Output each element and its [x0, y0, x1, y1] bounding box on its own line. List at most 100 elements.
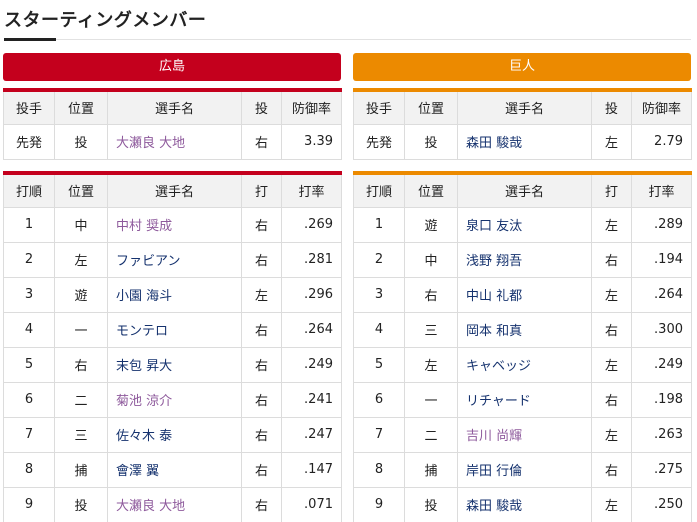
header-era: 防御率 — [281, 89, 342, 125]
batting-order: 7 — [353, 416, 405, 453]
header-player-name: 選手名 — [107, 172, 242, 208]
player-name-link[interactable]: 岸田 行倫 — [457, 451, 592, 488]
batting-order: 9 — [353, 486, 405, 522]
bats: 右 — [591, 241, 632, 278]
header-position: 位置 — [54, 89, 108, 125]
table-row: 2 左ファビアン右 .281 — [3, 241, 342, 278]
table-row: 9 投森田 駿哉左 .250 — [353, 486, 692, 522]
batting-order: 4 — [3, 311, 55, 348]
table-row: 8 捕岸田 行倫右 .275 — [353, 451, 692, 488]
home-lineup-body: 1 中中村 奨成右 .269 2 左ファビアン右 .281 3 遊小園 海斗左 .296 4 一モン… — [3, 206, 342, 522]
header-player-name: 選手名 — [457, 172, 592, 208]
player-name-link[interactable]: 森田 駿哉 — [457, 486, 592, 522]
batting-order: 4 — [353, 311, 405, 348]
table-row: 5 右末包 昇大右 .249 — [3, 346, 342, 383]
player-name-link[interactable]: 會澤 翼 — [107, 451, 242, 488]
pitcher-row: 先発 投 大瀬良 大地 右 3.39 — [3, 123, 342, 160]
table-row: 6 二菊池 涼介右 .241 — [3, 381, 342, 418]
header-batting-order: 打順 — [3, 172, 55, 208]
position: 投 — [404, 486, 458, 522]
bats: 左 — [591, 486, 632, 522]
batting-average: .275 — [631, 451, 692, 488]
pitcher-role: 先発 — [353, 123, 405, 160]
position: 捕 — [404, 451, 458, 488]
player-name-link[interactable]: ファビアン — [107, 241, 242, 278]
position: 遊 — [54, 276, 108, 313]
batting-average: .289 — [631, 206, 692, 243]
batting-average: .281 — [281, 241, 342, 278]
table-row: 5 左キャベッジ左 .249 — [353, 346, 692, 383]
position: 遊 — [404, 206, 458, 243]
batting-average: .071 — [281, 486, 342, 522]
header-batting-average: 打率 — [281, 172, 342, 208]
bats: 左 — [591, 276, 632, 313]
header-bats: 打 — [591, 172, 632, 208]
player-name-link[interactable]: モンテロ — [107, 311, 242, 348]
table-row: 1 中中村 奨成右 .269 — [3, 206, 342, 243]
pitcher-name-link[interactable]: 森田 駿哉 — [457, 123, 592, 160]
player-name-link[interactable]: リチャード — [457, 381, 592, 418]
table-header-row: 投手 位置 選手名 投 防御率 — [353, 89, 692, 125]
position: 一 — [54, 311, 108, 348]
bats: 右 — [241, 416, 282, 453]
title-divider — [56, 39, 691, 40]
position: 二 — [404, 416, 458, 453]
player-name-link[interactable]: キャベッジ — [457, 346, 592, 383]
bats: 右 — [241, 206, 282, 243]
player-name-link[interactable]: 吉川 尚輝 — [457, 416, 592, 453]
batting-average: .147 — [281, 451, 342, 488]
position: 左 — [54, 241, 108, 278]
table-row: 2 中浅野 翔吾右 .194 — [353, 241, 692, 278]
header-batting-order: 打順 — [353, 172, 405, 208]
home-pitcher-table: 投手 位置 選手名 投 防御率 先発 投 大瀬良 大地 右 3.39 — [3, 88, 342, 160]
header-position: 位置 — [54, 172, 108, 208]
player-name-link[interactable]: 小園 海斗 — [107, 276, 242, 313]
pitcher-hand: 左 — [591, 123, 632, 160]
table-row: 3 遊小園 海斗左 .296 — [3, 276, 342, 313]
bats: 右 — [241, 241, 282, 278]
batting-order: 8 — [353, 451, 405, 488]
away-team-banner: 巨人 — [353, 53, 691, 81]
bats: 右 — [241, 311, 282, 348]
position: 中 — [54, 206, 108, 243]
player-name-link[interactable]: 中山 礼都 — [457, 276, 592, 313]
page-title: スターティングメンバー — [4, 10, 207, 31]
table-row: 4 三岡本 和真右 .300 — [353, 311, 692, 348]
away-lineup-table: 打順 位置 選手名 打 打率 1 遊泉口 友汰左 .289 2 中浅野 翔吾右 .194 3… — [353, 171, 692, 522]
header-player-name: 選手名 — [457, 89, 592, 125]
header-era: 防御率 — [631, 89, 692, 125]
position: 三 — [54, 416, 108, 453]
header-pitcher: 投手 — [353, 89, 405, 125]
position: 投 — [54, 486, 108, 522]
batting-order: 6 — [353, 381, 405, 418]
batting-average: .269 — [281, 206, 342, 243]
player-name-link[interactable]: 末包 昇大 — [107, 346, 242, 383]
bats: 左 — [591, 346, 632, 383]
position: 右 — [404, 276, 458, 313]
player-name-link[interactable]: 菊池 涼介 — [107, 381, 242, 418]
batting-average: .264 — [281, 311, 342, 348]
pitcher-name-link[interactable]: 大瀬良 大地 — [107, 123, 242, 160]
table-header-row: 打順 位置 選手名 打 打率 — [353, 172, 692, 208]
player-name-link[interactable]: 中村 奨成 — [107, 206, 242, 243]
bats: 右 — [241, 381, 282, 418]
batting-order: 8 — [3, 451, 55, 488]
position: 右 — [54, 346, 108, 383]
pitcher-role: 先発 — [3, 123, 55, 160]
player-name-link[interactable]: 岡本 和真 — [457, 311, 592, 348]
batting-order: 3 — [353, 276, 405, 313]
table-row: 7 二吉川 尚輝左 .263 — [353, 416, 692, 453]
batting-order: 2 — [3, 241, 55, 278]
bats: 左 — [591, 206, 632, 243]
header-player-name: 選手名 — [107, 89, 242, 125]
player-name-link[interactable]: 浅野 翔吾 — [457, 241, 592, 278]
header-batting-average: 打率 — [631, 172, 692, 208]
player-name-link[interactable]: 泉口 友汰 — [457, 206, 592, 243]
batting-order: 5 — [3, 346, 55, 383]
batting-average: .264 — [631, 276, 692, 313]
player-name-link[interactable]: 大瀬良 大地 — [107, 486, 242, 522]
bats: 右 — [591, 451, 632, 488]
player-name-link[interactable]: 佐々木 泰 — [107, 416, 242, 453]
position: 一 — [404, 381, 458, 418]
batting-average: .250 — [631, 486, 692, 522]
